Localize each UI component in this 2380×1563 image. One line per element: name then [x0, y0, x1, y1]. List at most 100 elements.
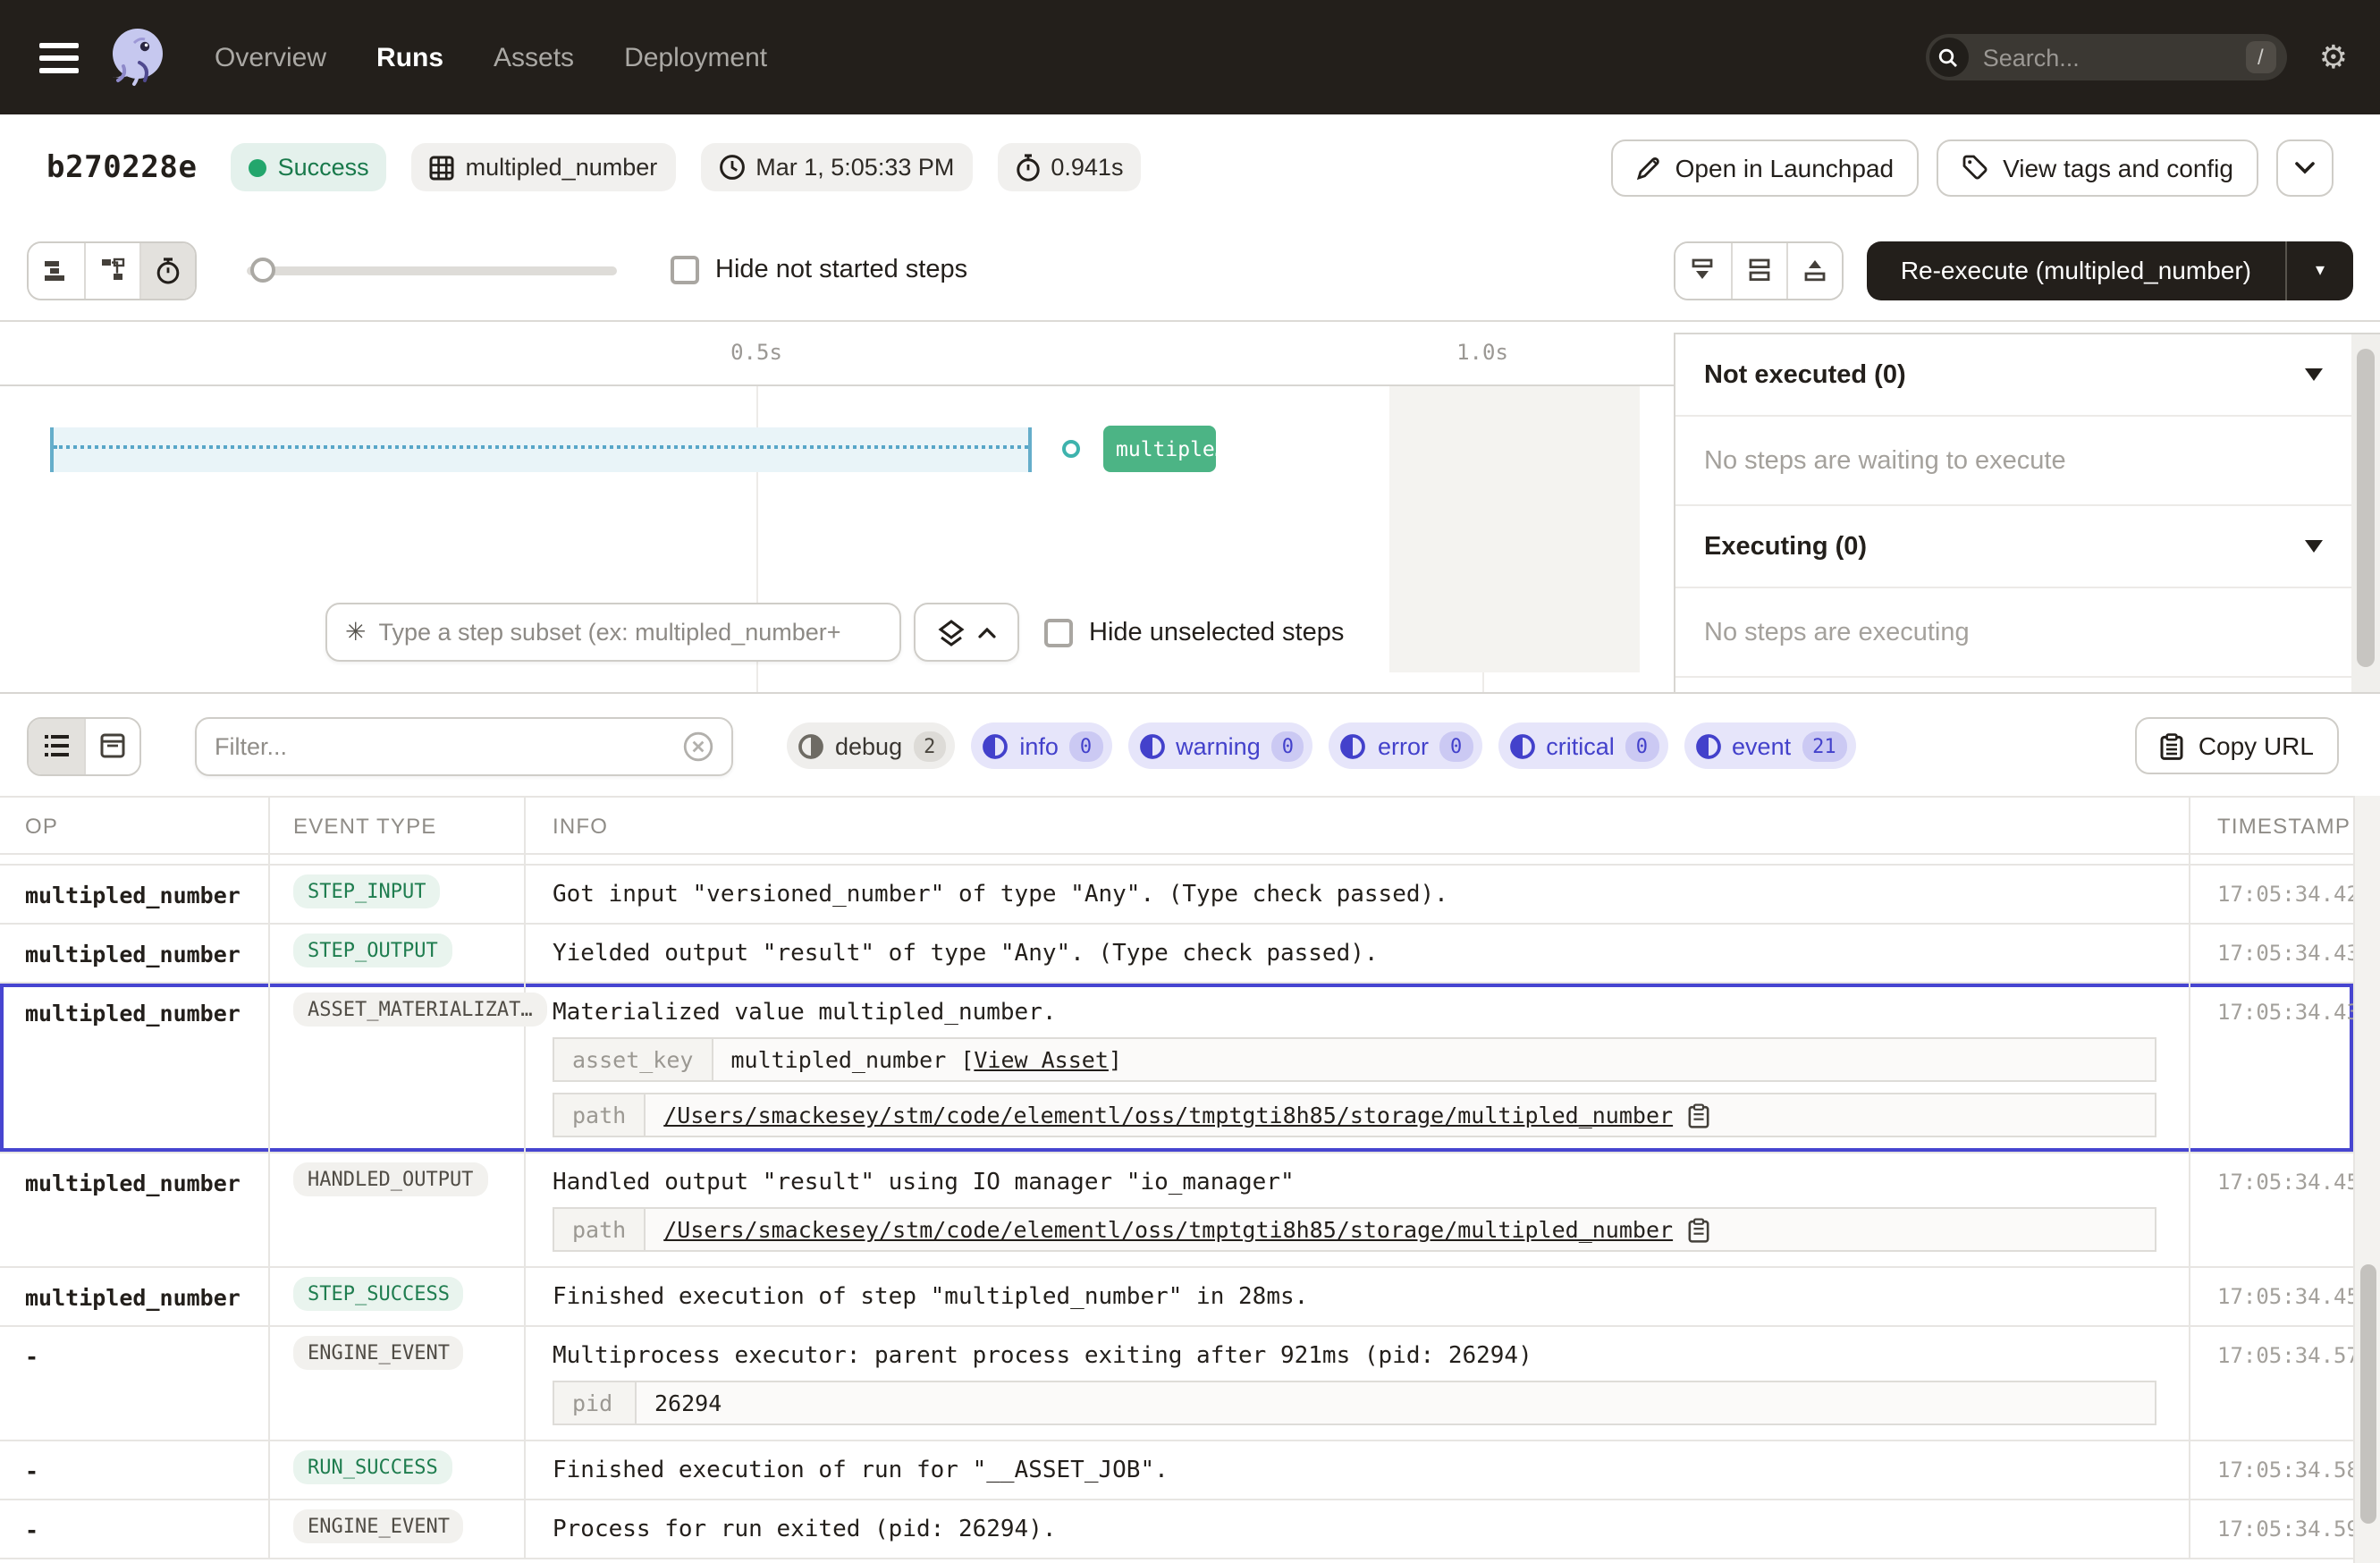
log-level-toggle-warning[interactable]: warning0	[1127, 722, 1313, 769]
log-timestamp-cell: 17:05:34.585	[2190, 1441, 2353, 1499]
reexecute-button[interactable]: Re-execute (multipled_number) ▾	[1867, 241, 2353, 300]
hide-unselected-checkbox[interactable]	[1044, 618, 1073, 646]
log-event-type-cell: HANDLED_OUTPUT	[270, 1153, 526, 1266]
section-caret-icon	[2305, 368, 2323, 381]
clear-filter-icon[interactable]	[683, 731, 713, 761]
metadata-link[interactable]: View Asset	[974, 1046, 1109, 1073]
metadata-key: path	[554, 1094, 646, 1136]
log-row[interactable]: multipled_numberSTEP_SUCCESSFinished exe…	[0, 1268, 2353, 1327]
log-timestamp-cell: 17:05:34.439	[2190, 984, 2353, 1152]
search-input[interactable]	[1969, 44, 2245, 71]
log-op-cell: multipled_number	[0, 984, 270, 1152]
view-tags-config-button[interactable]: View tags and config	[1937, 139, 2258, 196]
search-icon	[1929, 38, 1969, 77]
level-count-badge: 0	[1625, 731, 1658, 761]
step-subset-inputwrap[interactable]: ✳	[325, 603, 901, 662]
collapse-up-button[interactable]	[1786, 242, 1842, 298]
log-list-view-button[interactable]	[29, 718, 84, 773]
view-waterfall-button[interactable]	[84, 242, 139, 298]
pencil-icon	[1636, 155, 1661, 180]
step-subset-input[interactable]	[378, 619, 882, 646]
run-duration-tag[interactable]: 0.941s	[997, 143, 1141, 191]
nav-item-overview[interactable]: Overview	[215, 42, 326, 72]
nav-item-runs[interactable]: Runs	[376, 42, 443, 72]
metadata-link[interactable]: /Users/smackesey/stm/code/elementl/oss/t…	[663, 1216, 1673, 1243]
log-info-text: Got input "versioned_number" of type "An…	[553, 882, 2156, 908]
gantt-zoom-slider[interactable]	[247, 258, 617, 283]
level-label: event	[1732, 732, 1791, 759]
log-row[interactable]: multipled_numberSTEP_OUTPUTYielded outpu…	[0, 925, 2353, 984]
log-structured-view-button[interactable]	[84, 718, 139, 773]
table-scrollbar-track[interactable]	[2353, 796, 2380, 1563]
log-level-toggle-event[interactable]: event21	[1684, 722, 1856, 769]
level-label: critical	[1546, 732, 1615, 759]
panel-section-header[interactable]: Executing (0)	[1675, 506, 2351, 588]
log-timestamp-cell: 17:05:34.595	[2190, 1500, 2353, 1558]
run-status-badge[interactable]: Success	[232, 143, 387, 191]
log-row[interactable]: multipled_numberASSET_MATERIALIZAT…Mater…	[0, 984, 2353, 1153]
metadata-text: 26294	[654, 1390, 722, 1416]
list-view-icon	[44, 735, 69, 756]
log-row[interactable]: -ENGINE_EVENTProcess for run exited (pid…	[0, 1500, 2353, 1559]
log-op-cell: -	[0, 1327, 270, 1440]
log-filter-inputwrap[interactable]	[195, 716, 733, 775]
gantt-time-axis: 0.5s 1.0s	[0, 322, 1674, 386]
flat-gantt-icon	[43, 258, 70, 282]
open-in-launchpad-button[interactable]: Open in Launchpad	[1611, 139, 1919, 196]
chevron-down-icon	[2294, 160, 2316, 174]
reexecute-dropdown-caret[interactable]: ▾	[2285, 241, 2353, 300]
job-tag[interactable]: multipled_number	[412, 143, 676, 191]
log-filter-input[interactable]	[215, 732, 683, 759]
gantt-step-bar[interactable]: multiple…	[1103, 426, 1216, 472]
split-view-button[interactable]	[1731, 242, 1786, 298]
log-level-toggle-error[interactable]: error0	[1329, 722, 1481, 769]
log-info-cell: Finished execution of step "multipled_nu…	[526, 1268, 2190, 1325]
log-op-cell: multipled_number	[0, 925, 270, 982]
table-scrollbar-thumb[interactable]	[2360, 1264, 2376, 1524]
log-level-toggle-info[interactable]: info0	[971, 722, 1111, 769]
copy-url-button[interactable]: Copy URL	[2136, 717, 2339, 774]
hamburger-menu-icon[interactable]	[39, 42, 79, 72]
hide-not-started-checkbox[interactable]	[671, 256, 699, 284]
panel-scrollbar-track[interactable]	[2351, 334, 2380, 692]
metadata-link[interactable]: /Users/smackesey/stm/code/elementl/oss/t…	[663, 1102, 1673, 1128]
view-flat-gantt-button[interactable]	[29, 242, 84, 298]
log-timestamp-cell: 17:05:34.459	[2190, 1268, 2353, 1325]
graph-query-options-button[interactable]	[914, 603, 1019, 662]
global-search[interactable]: /	[1926, 34, 2287, 80]
hide-unselected-row: Hide unselected steps	[1044, 618, 1344, 646]
log-row[interactable]: -ENGINE_EVENTMultiprocess executor: pare…	[0, 1327, 2353, 1441]
log-row[interactable]: -RUN_SUCCESSFinished execution of run fo…	[0, 1441, 2353, 1500]
panel-section-header[interactable]: Errored (0)	[1675, 678, 2351, 692]
toggle-on-icon	[1138, 732, 1165, 759]
log-level-toggle-debug[interactable]: debug2	[787, 722, 955, 769]
panel-section-header[interactable]: Not executed (0)	[1675, 334, 2351, 417]
copy-path-icon[interactable]	[1687, 1217, 1709, 1242]
log-level-toggle-critical[interactable]: critical 0	[1498, 722, 1667, 769]
split-view-icon	[1747, 258, 1772, 283]
toggle-on-icon	[1694, 732, 1721, 759]
log-op-cell: -	[0, 1500, 270, 1558]
nav-item-deployment[interactable]: Deployment	[624, 42, 767, 72]
log-event-type-cell: STEP_SUCCESS	[270, 1268, 526, 1325]
log-row[interactable]: multipled_numberHANDLED_OUTPUTHandled ou…	[0, 1153, 2353, 1268]
run-datetime-tag[interactable]: Mar 1, 5:05:33 PM	[700, 143, 972, 191]
status-dot-icon	[249, 158, 267, 176]
log-info-cell: Process for run exited (pid: 26294).	[526, 1500, 2190, 1558]
slider-knob[interactable]	[250, 258, 275, 283]
panel-section-empty: No steps are executing	[1675, 588, 2351, 678]
copy-path-icon[interactable]	[1687, 1103, 1709, 1128]
panel-scrollbar-thumb[interactable]	[2357, 349, 2375, 667]
view-timed-button[interactable]	[139, 242, 195, 298]
settings-gear-icon[interactable]: ⚙	[2319, 41, 2348, 73]
run-actions-chevron-button[interactable]	[2276, 139, 2334, 196]
metadata-key: path	[554, 1209, 646, 1250]
log-filter-bar: debug2 info0 warning0 error0 critical 0 event2…	[0, 696, 2380, 796]
collapse-down-button[interactable]	[1675, 242, 1731, 298]
stopwatch-icon	[1015, 153, 1040, 182]
event-type-pill: STEP_OUTPUT	[293, 934, 452, 967]
nav-item-assets[interactable]: Assets	[494, 42, 574, 72]
metadata-link-bracketed: [View Asset]	[960, 1046, 1122, 1073]
log-row[interactable]: multipled_numberSTEP_INPUTGot input "ver…	[0, 866, 2353, 925]
dagster-logo-icon[interactable]	[104, 23, 172, 91]
